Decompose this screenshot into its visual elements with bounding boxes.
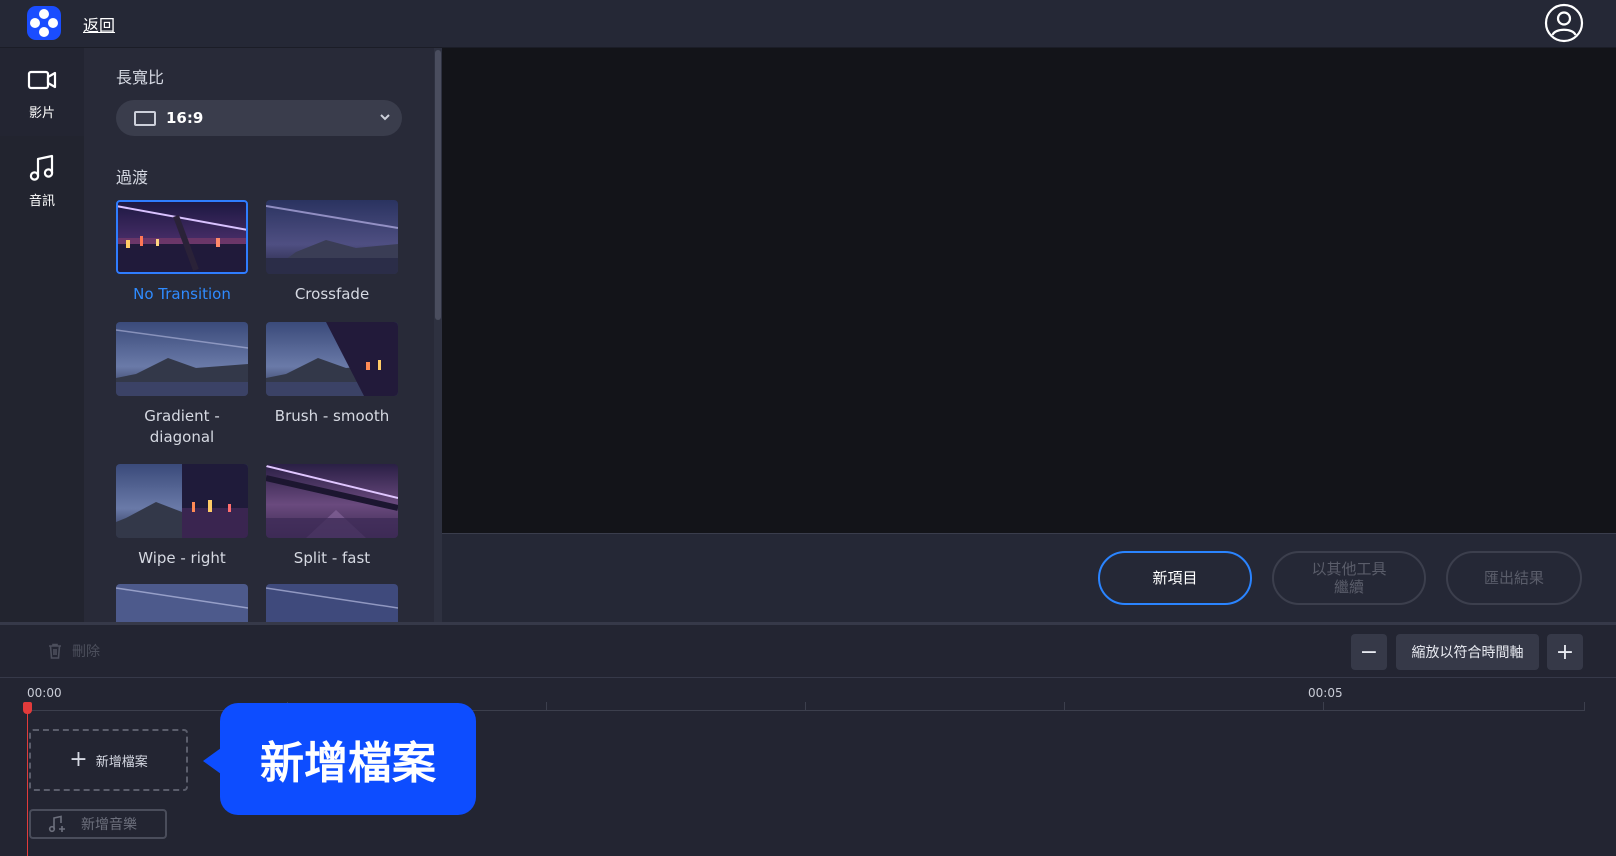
timeline-toolbar: 刪除 − 縮放以符合時間軸 + bbox=[0, 622, 1616, 678]
zoom-in-button[interactable]: + bbox=[1547, 634, 1583, 670]
trash-icon bbox=[49, 643, 61, 659]
add-music-label: 新增音樂 bbox=[81, 817, 137, 833]
action-bar: 新項目 以其他工具 繼續 匯出結果 bbox=[442, 534, 1616, 622]
app-logo-icon[interactable] bbox=[27, 6, 61, 40]
fit-to-timeline-button[interactable]: 縮放以符合時間軸 bbox=[1396, 634, 1539, 670]
rail-item-label: 音訊 bbox=[28, 193, 55, 209]
video-editor-app: 返回 影片 音訊 長寬比 16:9 過渡 No Transition Cross… bbox=[0, 0, 1616, 856]
video-preview bbox=[442, 48, 1616, 534]
continue-with-other-tools-button[interactable]: 以其他工具 繼續 bbox=[1272, 551, 1426, 605]
chevron-down-icon bbox=[380, 114, 390, 121]
transition-title: 過渡 bbox=[116, 168, 149, 187]
add-file-tooltip: 新增檔案 bbox=[220, 703, 476, 815]
add-file-label: 新增檔案 bbox=[95, 754, 148, 770]
ruler-tick bbox=[805, 702, 806, 710]
ruler-tick bbox=[546, 702, 547, 710]
playhead-handle[interactable] bbox=[23, 702, 32, 714]
rail-item-label: 影片 bbox=[28, 105, 55, 121]
delete-label: 刪除 bbox=[72, 644, 100, 660]
transition-thumbnail bbox=[266, 584, 398, 622]
aspect-ratio-value: 16:9 bbox=[166, 109, 204, 127]
ruler-tick bbox=[1323, 702, 1324, 710]
transition-card-split-fast[interactable]: Split - fast bbox=[266, 464, 398, 569]
aspect-ratio-select[interactable]: 16:9 bbox=[116, 100, 402, 136]
transition-card-no-transition[interactable]: No Transition bbox=[116, 200, 248, 305]
rail-item-audio[interactable]: 音訊 bbox=[0, 136, 84, 224]
video-camera-icon bbox=[27, 70, 57, 89]
transition-name: Crossfade bbox=[294, 285, 370, 303]
transition-name: Gradient - diagonal bbox=[144, 407, 220, 446]
transition-card-gradient-diagonal[interactable]: Gradient - diagonal bbox=[116, 322, 248, 448]
transition-card-partial[interactable] bbox=[116, 584, 248, 622]
transition-name: No Transition bbox=[133, 285, 231, 303]
transition-thumbnail bbox=[266, 322, 398, 396]
transition-card-wipe-right[interactable]: Wipe - right bbox=[116, 464, 248, 569]
ruler-tick bbox=[1584, 702, 1585, 710]
panel-scrollbar[interactable] bbox=[434, 48, 442, 622]
back-link[interactable]: 返回 bbox=[83, 12, 115, 36]
scrollbar-thumb[interactable] bbox=[435, 50, 441, 320]
plus-icon: + bbox=[69, 747, 88, 772]
transition-name: Wipe - right bbox=[138, 549, 226, 567]
settings-panel: 長寬比 16:9 過渡 No Transition Crossfade Grad… bbox=[84, 48, 442, 622]
top-bar: 返回 bbox=[0, 0, 1616, 48]
side-rail: 影片 音訊 bbox=[0, 48, 84, 622]
export-button[interactable]: 匯出結果 bbox=[1446, 551, 1582, 605]
music-note-icon bbox=[29, 154, 54, 181]
time-label-start: 00:00 bbox=[27, 686, 62, 700]
tooltip-arrow bbox=[203, 748, 221, 774]
transition-name: Split - fast bbox=[293, 549, 371, 567]
transition-thumbnail bbox=[116, 200, 248, 274]
playhead-line bbox=[27, 704, 28, 856]
add-music-icon bbox=[48, 815, 65, 833]
transition-card-partial[interactable] bbox=[266, 584, 398, 622]
transition-thumbnail bbox=[116, 584, 248, 622]
transition-thumbnail bbox=[116, 464, 248, 538]
time-label-mark: 00:05 bbox=[1308, 686, 1343, 700]
add-file-button[interactable]: + 新增檔案 bbox=[29, 729, 188, 791]
transition-card-crossfade[interactable]: Crossfade bbox=[266, 200, 398, 305]
transition-thumbnail bbox=[116, 322, 248, 396]
ruler-tick bbox=[1064, 702, 1065, 710]
aspect-ratio-title: 長寬比 bbox=[116, 68, 165, 87]
user-account-icon[interactable] bbox=[1543, 2, 1585, 44]
transition-thumbnail bbox=[266, 200, 398, 274]
transition-name: Brush - smooth bbox=[274, 407, 390, 425]
delete-button[interactable]: 刪除 bbox=[46, 641, 100, 661]
transition-thumbnail bbox=[266, 464, 398, 538]
add-music-button[interactable]: 新增音樂 bbox=[29, 809, 167, 839]
rail-item-video[interactable]: 影片 bbox=[0, 48, 84, 136]
zoom-out-button[interactable]: − bbox=[1351, 634, 1387, 670]
frame-icon bbox=[134, 111, 156, 126]
transition-card-brush-smooth[interactable]: Brush - smooth bbox=[266, 322, 398, 427]
new-project-button[interactable]: 新項目 bbox=[1098, 551, 1252, 605]
